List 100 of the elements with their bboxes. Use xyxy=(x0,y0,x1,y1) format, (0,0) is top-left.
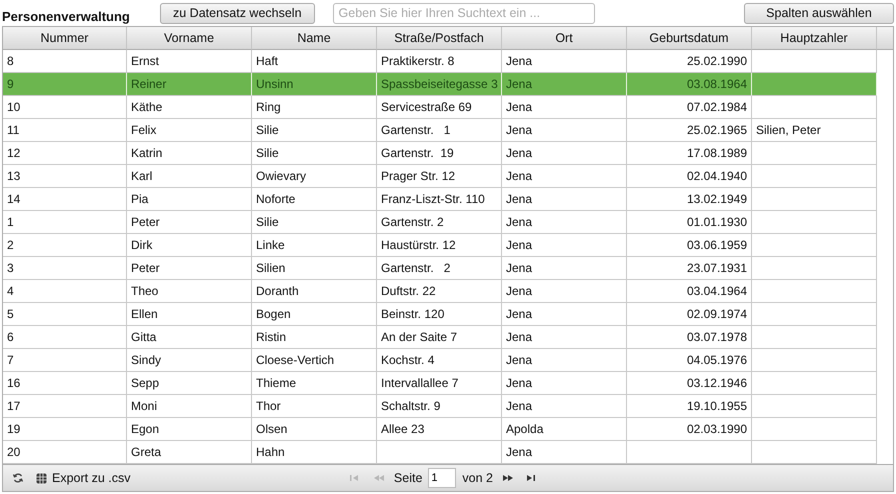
table-cell: 4 xyxy=(3,280,127,303)
table-cell: 01.01.1930 xyxy=(627,211,752,234)
table-cell: Käthe xyxy=(127,96,252,119)
table-cell: 7 xyxy=(3,349,127,372)
page-label: Seite xyxy=(394,471,422,485)
table-cell: Unsinn xyxy=(252,73,377,96)
table-cell: 5 xyxy=(3,303,127,326)
table-cell: Schaltstr. 9 xyxy=(377,395,502,418)
table-cell: Karl xyxy=(127,165,252,188)
table-cell: 03.08.1964 xyxy=(627,73,752,96)
table-cell: Ellen xyxy=(127,303,252,326)
table-cell: 17 xyxy=(3,395,127,418)
table-cell: Silie xyxy=(252,119,377,142)
page-number-field[interactable]: 1 xyxy=(428,468,456,488)
table-cell: Ernst xyxy=(127,50,252,73)
column-header[interactable]: Geburtsdatum xyxy=(627,27,752,50)
table-cell: Egon xyxy=(127,418,252,441)
table-cell: 14 xyxy=(3,188,127,211)
table-cell: Olsen xyxy=(252,418,377,441)
table-cell: Peter xyxy=(127,211,252,234)
table-cell: 04.05.1976 xyxy=(627,349,752,372)
page-title: Personenverwaltung xyxy=(2,8,131,24)
table-cell: 3 xyxy=(3,257,127,280)
column-header[interactable]: Ort xyxy=(502,27,627,50)
table-cell: Gartenstr. 1 xyxy=(377,119,502,142)
table-cell: Thor xyxy=(252,395,377,418)
select-columns-button[interactable]: Spalten auswählen xyxy=(744,2,894,24)
table-cell: Silien xyxy=(252,257,377,280)
table-cell: 03.06.1959 xyxy=(627,234,752,257)
table-cell: Franz-Liszt-Str. 110 xyxy=(377,188,502,211)
table-cell: Jena xyxy=(502,142,627,165)
table-cell: Katrin xyxy=(127,142,252,165)
last-page-icon[interactable] xyxy=(526,473,538,483)
column-header[interactable]: Nummer xyxy=(3,27,127,50)
table-cell: Jena xyxy=(502,395,627,418)
goto-record-button[interactable]: zu Datensatz wechseln xyxy=(160,2,315,24)
table-cell: Dirk xyxy=(127,234,252,257)
table-cell: Haft xyxy=(252,50,377,73)
table-cell: 03.12.1946 xyxy=(627,372,752,395)
table-cell: Gartenstr. 19 xyxy=(377,142,502,165)
table-cell: Pia xyxy=(127,188,252,211)
table-cell: Beinstr. 120 xyxy=(377,303,502,326)
table-cell: Jena xyxy=(502,349,627,372)
table-cell: 07.02.1984 xyxy=(627,96,752,119)
table-cell: Bogen xyxy=(252,303,377,326)
column-header[interactable]: Vorname xyxy=(127,27,252,50)
table-cell: Jena xyxy=(502,372,627,395)
table-cell: Jena xyxy=(502,234,627,257)
column-header[interactable]: Hauptzahler xyxy=(752,27,877,50)
search-field[interactable]: Geben Sie hier Ihren Suchtext ein ... xyxy=(332,2,595,24)
table-cell: Jena xyxy=(502,165,627,188)
table-cell: Jena xyxy=(502,441,627,464)
table-cell: Apolda xyxy=(502,418,627,441)
table-cell: 19.10.1955 xyxy=(627,395,752,418)
table-cell: Silien, Peter xyxy=(752,119,877,142)
table-cell: Owievary xyxy=(252,165,377,188)
table-cell: Gartenstr. 2 xyxy=(377,211,502,234)
table-cell: Jena xyxy=(502,188,627,211)
table-cell: 17.08.1989 xyxy=(627,142,752,165)
table-cell: Duftstr. 22 xyxy=(377,280,502,303)
column-header[interactable]: Straße/Postfach xyxy=(377,27,502,50)
table-cell: 20 xyxy=(3,441,127,464)
table-cell: 13 xyxy=(3,165,127,188)
table-cell: 25.02.1990 xyxy=(627,50,752,73)
table-cell: 8 xyxy=(3,50,127,73)
table-cell: Thieme xyxy=(252,372,377,395)
table-cell: Jena xyxy=(502,50,627,73)
table-cell: Allee 23 xyxy=(377,418,502,441)
next-page-icon[interactable] xyxy=(502,473,514,483)
table-cell: 11 xyxy=(3,119,127,142)
table-cell: 03.04.1964 xyxy=(627,280,752,303)
table-cell: 02.04.1940 xyxy=(627,165,752,188)
table-cell: Felix xyxy=(127,119,252,142)
table-cell: Peter xyxy=(127,257,252,280)
table-cell: 12 xyxy=(3,142,127,165)
table-cell: Jena xyxy=(502,326,627,349)
table-icon xyxy=(36,472,47,484)
table-cell: Jena xyxy=(502,73,627,96)
table-cell: Ristin xyxy=(252,326,377,349)
table-cell: Greta xyxy=(127,441,252,464)
export-csv-button[interactable]: Export zu .csv xyxy=(33,471,134,485)
table-cell: 6 xyxy=(3,326,127,349)
table-cell: Jena xyxy=(502,211,627,234)
table-cell: Silie xyxy=(252,142,377,165)
table-cell: Haustürstr. 12 xyxy=(377,234,502,257)
table-cell: Theo xyxy=(127,280,252,303)
table-cell: 19 xyxy=(3,418,127,441)
table-cell: Reiner xyxy=(127,73,252,96)
table-cell: 2 xyxy=(3,234,127,257)
table-cell: 23.07.1931 xyxy=(627,257,752,280)
column-header[interactable]: Name xyxy=(252,27,377,50)
table-cell: Servicestraße 69 xyxy=(377,96,502,119)
table-cell: Ring xyxy=(252,96,377,119)
table-cell: Moni xyxy=(127,395,252,418)
table-cell: Hahn xyxy=(252,441,377,464)
table-cell: Jena xyxy=(502,280,627,303)
table-cell: Cloese-Vertich xyxy=(252,349,377,372)
table-cell: 9 xyxy=(3,73,127,96)
table-cell: Intervallallee 7 xyxy=(377,372,502,395)
table-cell: Praktikerstr. 8 xyxy=(377,50,502,73)
